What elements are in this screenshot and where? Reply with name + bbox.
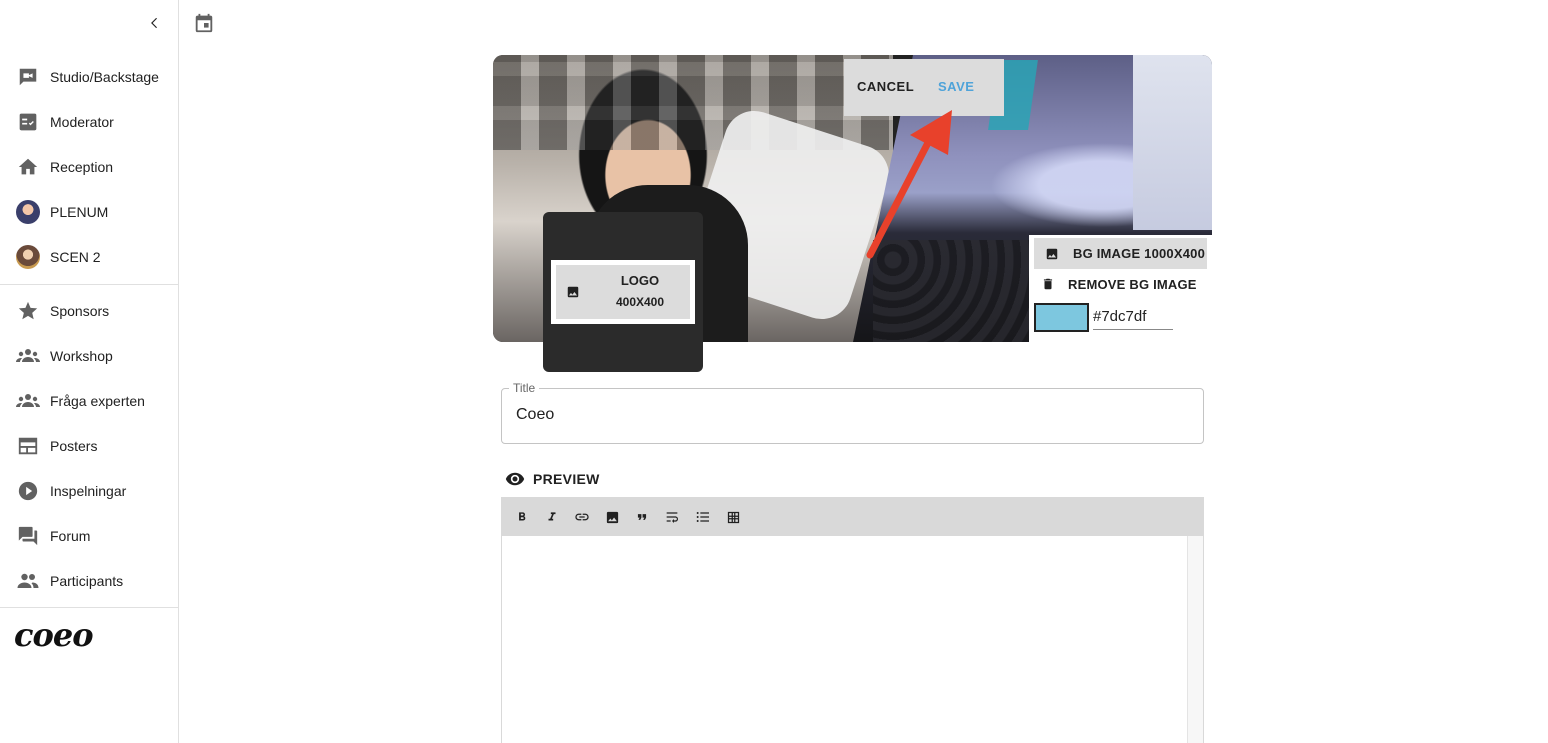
table-icon [727,511,739,523]
sidebar: Studio/Backstage Moderator Reception PLE… [0,0,179,743]
play-circle-icon [16,479,40,503]
preview-button[interactable]: PREVIEW [505,468,600,490]
annotation-arrow [866,110,952,259]
groups-icon [16,344,40,368]
collapse-sidebar-button[interactable] [144,12,166,34]
bulleted-list-button[interactable] [692,506,714,528]
web-layout-icon [16,434,40,458]
logo-panel: LOGO 400X400 [543,212,703,372]
avatar [16,245,40,269]
sidebar-item-label: Fråga experten [50,393,145,409]
sidebar-item-label: Workshop [50,348,113,364]
sidebar-item-sponsors[interactable]: Sponsors [0,291,178,331]
image-button[interactable] [601,506,623,528]
bulleted-list-icon [696,512,709,522]
sidebar-item-label: Reception [50,159,114,175]
sidebar-divider [0,607,178,608]
calendar-icon [195,13,213,33]
sidebar-item-fraga-experten[interactable]: Fråga experten [0,381,178,421]
sidebar-item-label: Moderator [50,114,114,130]
image-icon [606,511,618,523]
home-icon [16,155,40,179]
logo-label: LOGO [620,273,660,288]
sidebar-item-label: Sponsors [50,303,110,319]
preview-label: PREVIEW [533,471,600,487]
wrap-text-icon [666,512,678,523]
bg-color-swatch[interactable] [1034,303,1089,332]
upload-bg-image-button[interactable]: BG IMAGE 1000X400 [1034,238,1207,269]
sidebar-item-label: Forum [50,528,91,544]
editor-scrollbar[interactable] [1187,536,1203,743]
logo-size-label: 400X400 [615,295,665,309]
link-button[interactable] [571,506,593,528]
forum-icon [16,524,40,548]
sidebar-item-moderator[interactable]: Moderator [0,102,178,142]
sidebar-item-forum[interactable]: Forum [0,516,178,556]
checklist-icon [16,110,40,134]
sidebar-item-posters[interactable]: Posters [0,426,178,466]
remove-bg-image-button[interactable]: REMOVE BG IMAGE [1034,271,1207,297]
bold-button[interactable] [511,506,533,528]
stage-screen [1133,55,1212,230]
image-icon [1045,246,1061,262]
sidebar-item-studio-backstage[interactable]: Studio/Backstage [0,57,178,97]
sidebar-item-label: Studio/Backstage [50,69,159,85]
logo-frame: LOGO 400X400 [551,260,695,324]
editor-toolbar [501,497,1204,536]
quote-button[interactable] [631,506,653,528]
sidebar-item-label: PLENUM [50,204,109,220]
star-icon [16,299,40,323]
sidebar-item-plenum[interactable]: PLENUM [0,192,178,232]
image-icon [566,285,580,302]
sidebar-item-workshop[interactable]: Workshop [0,336,178,376]
groups-icon [16,389,40,413]
bg-color-hex-input[interactable] [1093,303,1173,330]
wrap-text-button[interactable] [661,506,683,528]
editor-content[interactable] [501,536,1204,743]
trash-icon [1041,276,1057,292]
bg-image-label: BG IMAGE 1000X400 [1073,246,1206,261]
chevron-left-icon [151,17,157,29]
calendar-button[interactable] [192,11,216,35]
avatar [16,200,40,224]
italic-icon [548,512,556,521]
title-input[interactable] [516,406,1176,424]
sidebar-item-reception[interactable]: Reception [0,147,178,187]
sidebar-item-label: Inspelningar [50,483,127,499]
sidebar-item-participants[interactable]: Participants [0,561,178,601]
cancel-button[interactable]: CANCEL [857,79,914,94]
save-button[interactable]: SAVE [938,79,974,94]
eye-icon [505,472,525,486]
sidebar-item-label: Participants [50,573,124,589]
sidebar-divider [0,284,178,285]
title-label: Title [509,381,540,395]
link-icon [575,513,589,521]
sidebar-item-inspelningar[interactable]: Inspelningar [0,471,178,511]
people-icon [16,569,40,593]
videocam-chat-icon [16,65,40,89]
title-field[interactable] [501,388,1204,444]
upload-logo-button[interactable]: LOGO 400X400 [556,265,690,319]
background-panel: BG IMAGE 1000X400 REMOVE BG IMAGE [1029,235,1212,343]
quote-icon [637,514,647,520]
brand-logo: coeo [14,616,94,654]
table-button[interactable] [722,506,744,528]
sidebar-item-scen-2[interactable]: SCEN 2 [0,237,178,277]
sidebar-item-label: Posters [50,438,98,454]
bold-icon [519,512,526,521]
remove-bg-label: REMOVE BG IMAGE [1068,276,1197,292]
sidebar-item-label: SCEN 2 [50,249,101,265]
italic-button[interactable] [541,506,563,528]
